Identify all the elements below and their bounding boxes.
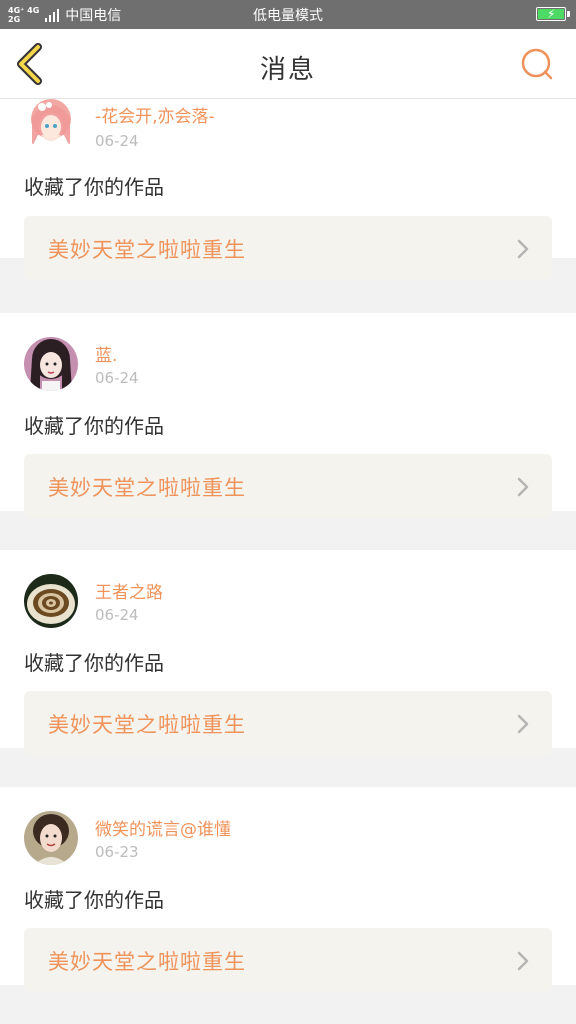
chevron-right-icon <box>517 477 529 497</box>
chevron-right-icon <box>517 239 529 259</box>
work-link[interactable]: 美妙天堂之啦啦重生 <box>24 691 552 755</box>
work-link[interactable]: 美妙天堂之啦啦重生 <box>24 454 552 518</box>
action-text: 收藏了你的作品 <box>24 414 164 438</box>
action-text: 收藏了你的作品 <box>24 651 164 675</box>
message-list[interactable]: -花会开,亦会落- 06-24 收藏了你的作品 美妙天堂之啦啦重生 蓝. 06-… <box>0 99 576 1024</box>
header: 消息 <box>0 29 576 99</box>
page-title: 消息 <box>259 55 316 85</box>
low-power-mode-label: 低电量模式 <box>253 8 323 24</box>
avatar[interactable] <box>24 99 78 151</box>
message-card: 蓝. 06-24 收藏了你的作品 美妙天堂之啦啦重生 <box>0 313 576 518</box>
message-card: -花会开,亦会落- 06-24 收藏了你的作品 美妙天堂之啦啦重生 <box>0 99 576 280</box>
chevron-right-icon <box>517 714 529 734</box>
username[interactable]: -花会开,亦会落- <box>95 102 215 127</box>
work-title: 美妙天堂之啦啦重生 <box>48 713 246 737</box>
avatar[interactable] <box>24 811 78 865</box>
work-link[interactable]: 美妙天堂之啦啦重生 <box>24 928 552 992</box>
username[interactable]: 蓝. <box>95 341 117 366</box>
battery-icon: ⚡ <box>536 7 570 21</box>
work-title: 美妙天堂之啦啦重生 <box>48 476 246 500</box>
search-icon[interactable] <box>520 47 554 81</box>
message-date: 06-24 <box>95 369 139 387</box>
message-date: 06-24 <box>95 606 139 624</box>
work-title: 美妙天堂之啦啦重生 <box>48 950 246 974</box>
message-card: 王者之路 06-24 收藏了你的作品 美妙天堂之啦啦重生 <box>0 550 576 755</box>
avatar[interactable] <box>24 574 78 628</box>
action-text: 收藏了你的作品 <box>24 175 164 199</box>
username[interactable]: 微笑的谎言@谁懂 <box>95 815 231 840</box>
work-link[interactable]: 美妙天堂之啦啦重生 <box>24 216 552 280</box>
message-date: 06-24 <box>95 132 139 150</box>
message-card: 微笑的谎言@谁懂 06-23 收藏了你的作品 美妙天堂之啦啦重生 <box>0 787 576 992</box>
username[interactable]: 王者之路 <box>95 578 163 603</box>
avatar[interactable] <box>24 337 78 391</box>
message-date: 06-23 <box>95 843 139 861</box>
action-text: 收藏了你的作品 <box>24 888 164 912</box>
work-title: 美妙天堂之啦啦重生 <box>48 238 246 262</box>
status-bar: 4G⁺ 4G 2G 中国电信 低电量模式 ⚡ <box>0 0 576 29</box>
chevron-right-icon <box>517 951 529 971</box>
